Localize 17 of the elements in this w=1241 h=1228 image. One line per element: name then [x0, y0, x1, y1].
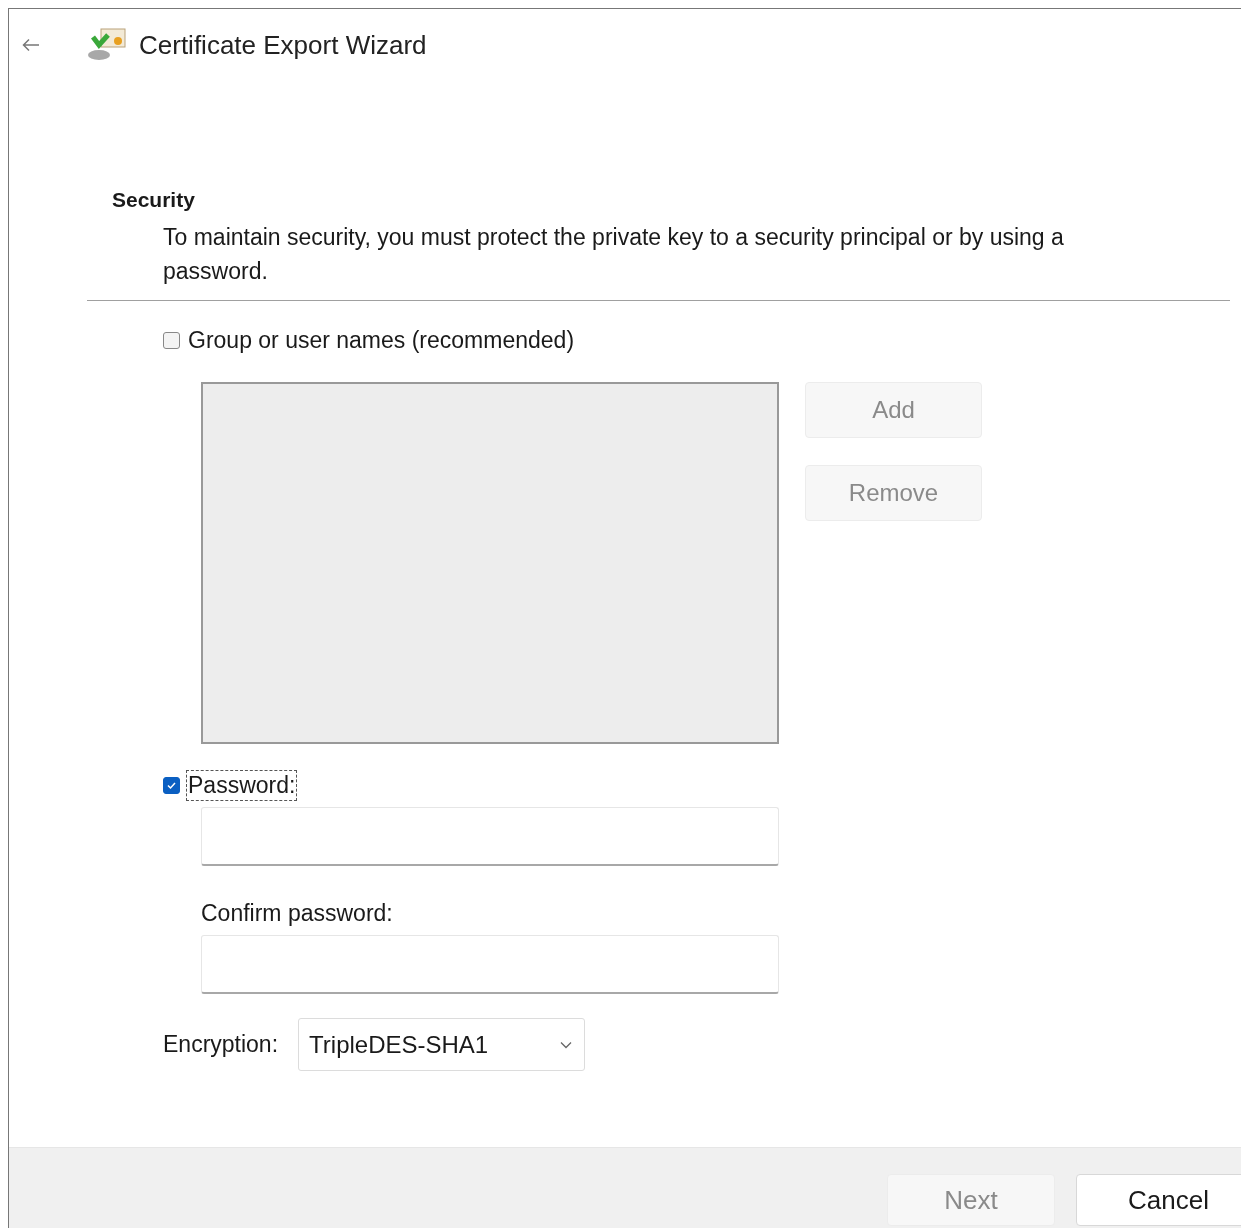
- encryption-dropdown[interactable]: TripleDES-SHA1: [298, 1018, 586, 1071]
- check-icon: [166, 780, 177, 791]
- checkbox-label: Group or user names (recommended): [188, 327, 575, 354]
- field-label: Confirm password:: [201, 900, 394, 927]
- chevron-down-icon: [560, 1040, 573, 1049]
- checkbox[interactable]: [163, 332, 180, 349]
- checkbox-label: Password:: [188, 772, 296, 799]
- checkbox[interactable]: [163, 777, 180, 794]
- section-heading: Security: [112, 188, 196, 212]
- field-label: Encryption:: [163, 1031, 279, 1058]
- back-arrow-icon: [22, 38, 40, 52]
- certificate-icon: [87, 27, 127, 63]
- description-text: To maintain security, you must protect the private key to a security principal or by using a password.: [163, 223, 1065, 286]
- cancel-button[interactable]: Cancel: [1076, 1174, 1241, 1226]
- window-title: Certificate Export Wizard: [139, 29, 427, 61]
- password-field[interactable]: [201, 807, 779, 866]
- confirm-password-field[interactable]: [201, 935, 779, 994]
